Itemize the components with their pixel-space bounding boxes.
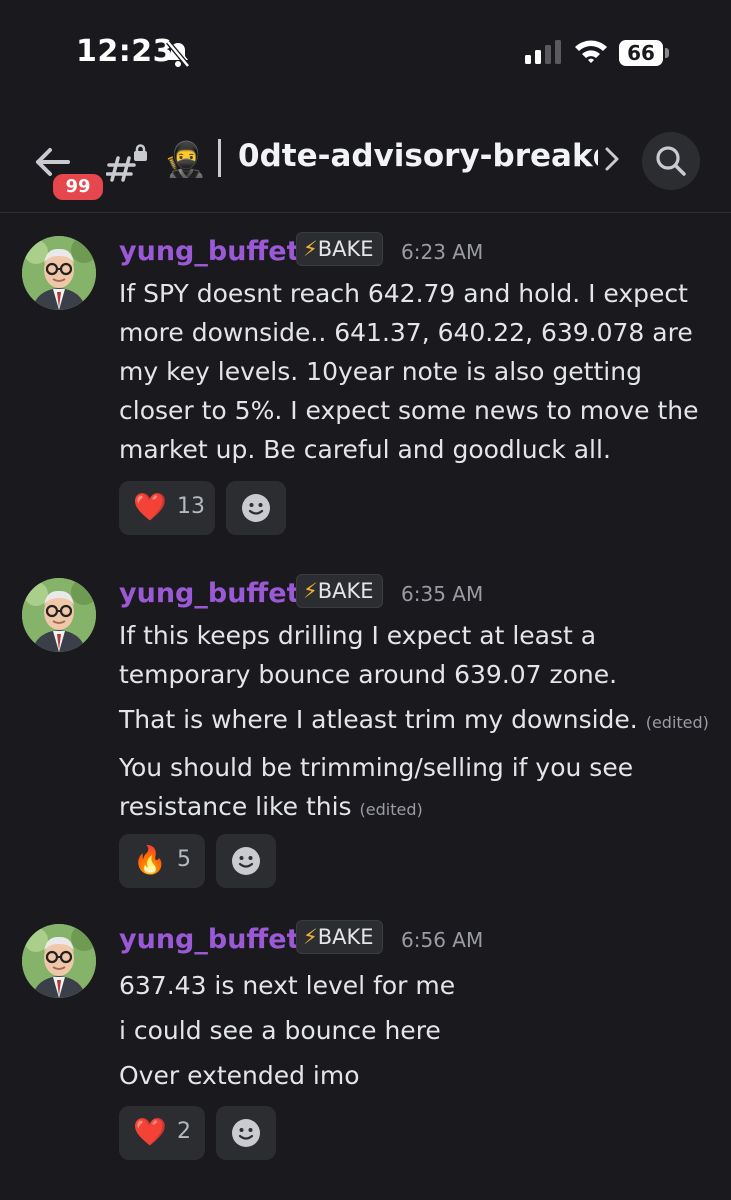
role-tag-label: BAKE (317, 579, 374, 603)
avatar[interactable] (22, 924, 96, 998)
message-line: 637.43 is next level for me (119, 971, 456, 1000)
avatar[interactable] (22, 236, 96, 310)
add-reaction-icon (232, 1119, 261, 1147)
status-time: 12:23 (76, 34, 174, 69)
reaction-bar: 🔥 5 (119, 834, 282, 888)
heart-emoji: ❤️ (133, 1117, 167, 1148)
bell-muted-icon (165, 40, 191, 72)
reaction-fire[interactable]: 🔥 5 (119, 834, 205, 888)
heart-emoji: ❤️ (133, 492, 167, 523)
fire-emoji: 🔥 (133, 845, 167, 876)
locked-channel-icon (105, 144, 150, 188)
cellular-signal-icon (525, 40, 561, 68)
header-divider (218, 139, 221, 177)
timestamp: 6:56 AM (401, 928, 484, 952)
lightning-icon: ⚡ (303, 579, 318, 603)
chevron-right-icon[interactable] (604, 146, 620, 176)
avatar[interactable] (22, 578, 96, 652)
add-reaction-button[interactable] (216, 1106, 277, 1160)
message-line: You should be trimming/selling if you se… (119, 748, 719, 829)
wifi-icon (574, 38, 608, 68)
message-line: If this keeps drilling I expect at least… (119, 621, 618, 689)
role-tag[interactable]: ⚡BAKE (296, 574, 383, 608)
battery-percentage: 66 (627, 41, 655, 65)
role-tag-label: BAKE (317, 237, 374, 261)
reaction-count: 13 (177, 494, 205, 519)
role-tag[interactable]: ⚡BAKE (296, 232, 383, 266)
battery-icon: 66 (619, 40, 669, 66)
lightning-icon: ⚡ (303, 237, 318, 261)
edited-label: (edited) (359, 800, 423, 819)
message-line: If SPY doesnt reach 642.79 and hold. I e… (119, 279, 699, 464)
reaction-heart[interactable]: ❤️ 2 (119, 1106, 205, 1160)
reaction-heart[interactable]: ❤️ 13 (119, 481, 215, 535)
reaction-bar: ❤️ 2 (119, 1106, 282, 1160)
reaction-count: 2 (177, 1119, 191, 1144)
add-reaction-button[interactable] (216, 834, 277, 888)
message-line-text: That is where I atleast trim my downside… (119, 705, 638, 734)
timestamp: 6:23 AM (401, 240, 484, 264)
username[interactable]: yung_buffett (119, 924, 312, 955)
role-tag-label: BAKE (317, 925, 374, 949)
edited-label: (edited) (645, 713, 709, 732)
channel-header: 99 🥷 0dte-advisory-breakd... (0, 120, 731, 213)
lightning-icon: ⚡ (303, 925, 318, 949)
reaction-count: 5 (177, 847, 191, 872)
message-line: i could see a bounce here (119, 1016, 441, 1045)
add-reaction-icon (232, 847, 261, 875)
timestamp: 6:35 AM (401, 582, 484, 606)
message-line: Over extended imo (119, 1061, 360, 1090)
message-line: That is where I atleast trim my downside… (119, 700, 719, 742)
message-content: If this keeps drilling I expect at least… (119, 616, 719, 829)
message-content: If SPY doesnt reach 642.79 and hold. I e… (119, 274, 719, 469)
unread-badge: 99 (50, 171, 106, 203)
message-content: 637.43 is next level for me i could see … (119, 966, 719, 1095)
role-tag[interactable]: ⚡BAKE (296, 920, 383, 954)
add-reaction-button[interactable] (226, 481, 287, 535)
ninja-emoji: 🥷 (164, 140, 207, 180)
username[interactable]: yung_buffett (119, 578, 312, 609)
username[interactable]: yung_buffett (119, 236, 312, 267)
search-icon (656, 146, 686, 176)
channel-name[interactable]: 0dte-advisory-breakd... (238, 138, 598, 174)
add-reaction-icon (242, 494, 271, 522)
search-button[interactable] (642, 132, 700, 190)
status-bar: 12:23 66 (0, 0, 731, 100)
reaction-bar: ❤️ 13 (119, 481, 292, 535)
